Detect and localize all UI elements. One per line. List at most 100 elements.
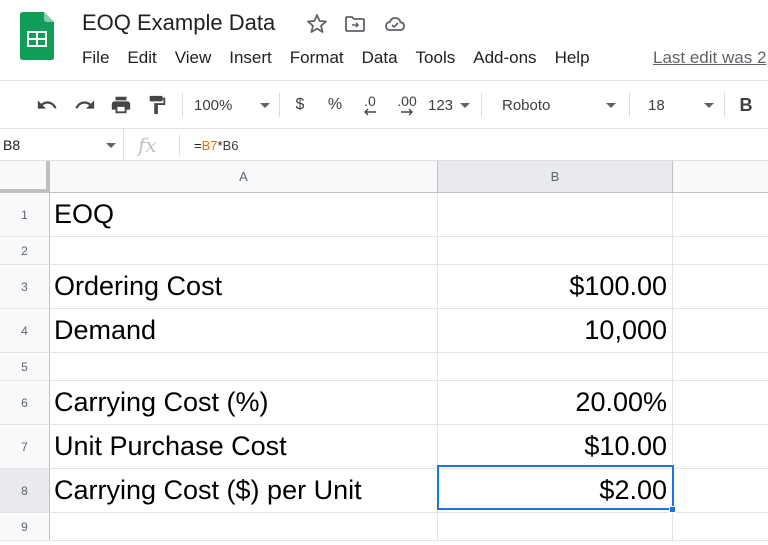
print-icon bbox=[111, 96, 131, 114]
row-header[interactable]: 1 bbox=[0, 193, 50, 236]
fill-handle[interactable] bbox=[669, 506, 676, 513]
row-header[interactable]: 5 bbox=[0, 353, 50, 380]
select-all-corner[interactable] bbox=[0, 161, 50, 193]
cell-b5[interactable] bbox=[438, 353, 673, 380]
cloud-saved-icon[interactable] bbox=[383, 12, 407, 36]
cell-b2[interactable] bbox=[438, 237, 673, 264]
more-formats-button[interactable]: 123 bbox=[428, 81, 470, 129]
sheets-logo-icon[interactable] bbox=[20, 12, 54, 60]
table-row: 4 Demand 10,000 bbox=[0, 309, 768, 353]
fx-icon: fx bbox=[138, 133, 157, 157]
font-family-select[interactable]: Roboto bbox=[502, 81, 616, 129]
table-row: 1 EOQ bbox=[0, 193, 768, 237]
document-title[interactable]: EOQ Example Data bbox=[82, 10, 275, 36]
cell-b7[interactable]: $10.00 bbox=[438, 425, 673, 468]
column-header-c[interactable] bbox=[673, 161, 768, 193]
cell-c6[interactable] bbox=[673, 381, 768, 424]
cell-a6[interactable]: Carrying Cost (%) bbox=[50, 381, 438, 424]
move-folder-icon[interactable] bbox=[343, 12, 367, 36]
undo-button[interactable] bbox=[32, 81, 62, 129]
currency-format-button[interactable]: $ bbox=[289, 81, 311, 129]
toolbar-divider bbox=[481, 93, 482, 117]
redo-button[interactable] bbox=[70, 81, 100, 129]
font-family-value: Roboto bbox=[502, 96, 551, 114]
print-button[interactable] bbox=[106, 81, 136, 129]
cell-a1[interactable]: EOQ bbox=[50, 193, 438, 236]
cell-c2[interactable] bbox=[673, 237, 768, 264]
toolbar: 100% $ % .0 .00 123 Roboto 18 B bbox=[0, 80, 768, 129]
cell-a2[interactable] bbox=[50, 237, 438, 264]
cell-c9[interactable] bbox=[673, 513, 768, 540]
cell-a5[interactable] bbox=[50, 353, 438, 380]
name-box[interactable]: B8 bbox=[0, 129, 124, 160]
menu-data[interactable]: Data bbox=[362, 48, 398, 72]
column-header-b[interactable]: B bbox=[438, 161, 673, 193]
menu-tools[interactable]: Tools bbox=[416, 48, 456, 72]
decrease-decimal-button[interactable]: .0 bbox=[357, 81, 383, 129]
more-formats-label: 123 bbox=[428, 96, 454, 114]
menu-file[interactable]: File bbox=[82, 48, 109, 72]
name-box-value: B8 bbox=[3, 137, 21, 153]
menu-edit[interactable]: Edit bbox=[127, 48, 156, 72]
row-header[interactable]: 2 bbox=[0, 237, 50, 264]
column-header-a[interactable]: A bbox=[50, 161, 438, 193]
chevron-down-icon bbox=[606, 102, 616, 108]
cell-c5[interactable] bbox=[673, 353, 768, 380]
menu-view[interactable]: View bbox=[175, 48, 212, 72]
cell-a8[interactable]: Carrying Cost ($) per Unit bbox=[50, 469, 438, 512]
cell-b8[interactable]: $2.00 bbox=[438, 469, 673, 512]
cell-c4[interactable] bbox=[673, 309, 768, 352]
font-size-value: 18 bbox=[648, 96, 665, 114]
table-row: 6 Carrying Cost (%) 20.00% bbox=[0, 381, 768, 425]
row-header[interactable]: 7 bbox=[0, 425, 50, 468]
last-edit-link[interactable]: Last edit was 2 bbox=[653, 48, 766, 68]
menu-help[interactable]: Help bbox=[555, 48, 590, 72]
cell-b3[interactable]: $100.00 bbox=[438, 265, 673, 308]
cell-a7[interactable]: Unit Purchase Cost bbox=[50, 425, 438, 468]
formula-ref-b6: B6 bbox=[222, 138, 239, 153]
percent-format-button[interactable]: % bbox=[324, 81, 346, 129]
arrow-left-icon bbox=[364, 108, 376, 116]
row-header[interactable]: 8 bbox=[0, 469, 50, 512]
chevron-down-icon bbox=[460, 102, 470, 108]
row-header[interactable]: 4 bbox=[0, 309, 50, 352]
row-header[interactable]: 9 bbox=[0, 513, 50, 540]
cell-b4[interactable]: 10,000 bbox=[438, 309, 673, 352]
decrease-decimal-label: .0 bbox=[364, 93, 376, 109]
cell-b1[interactable] bbox=[438, 193, 673, 236]
font-size-select[interactable]: 18 bbox=[648, 81, 714, 129]
menu-addons[interactable]: Add-ons bbox=[473, 48, 536, 72]
menu-insert[interactable]: Insert bbox=[229, 48, 272, 72]
spreadsheet-grid: A B 1 EOQ 2 3 Ordering Cost $100.00 4 De… bbox=[0, 161, 768, 545]
bold-button[interactable]: B bbox=[736, 81, 756, 129]
toolbar-divider bbox=[724, 93, 725, 117]
table-row: 7 Unit Purchase Cost $10.00 bbox=[0, 425, 768, 469]
table-row: 5 bbox=[0, 353, 768, 381]
row-header[interactable]: 3 bbox=[0, 265, 50, 308]
formula-bar: B8 fx =B7*B6 bbox=[0, 129, 768, 161]
formula-input[interactable]: =B7*B6 bbox=[194, 138, 238, 153]
cell-c8[interactable] bbox=[673, 469, 768, 512]
cell-a4[interactable]: Demand bbox=[50, 309, 438, 352]
table-row: 2 bbox=[0, 237, 768, 265]
paint-format-button[interactable] bbox=[142, 81, 172, 129]
toolbar-divider bbox=[629, 93, 630, 117]
menu-format[interactable]: Format bbox=[290, 48, 344, 72]
cell-b6[interactable]: 20.00% bbox=[438, 381, 673, 424]
cell-b9[interactable] bbox=[438, 513, 673, 540]
zoom-select[interactable]: 100% bbox=[194, 81, 270, 129]
redo-icon bbox=[75, 100, 95, 109]
increase-decimal-button[interactable]: .00 bbox=[392, 81, 422, 129]
cell-c7[interactable] bbox=[673, 425, 768, 468]
row-header[interactable]: 6 bbox=[0, 381, 50, 424]
formula-ref-b7: B7 bbox=[201, 138, 218, 153]
table-row: 3 Ordering Cost $100.00 bbox=[0, 265, 768, 309]
star-icon[interactable] bbox=[305, 12, 329, 36]
menu-bar: File Edit View Insert Format Data Tools … bbox=[82, 48, 608, 72]
chevron-down-icon bbox=[260, 102, 270, 108]
cell-a9[interactable] bbox=[50, 513, 438, 540]
cell-a3[interactable]: Ordering Cost bbox=[50, 265, 438, 308]
app-header: EOQ Example Data File Edit View Insert F… bbox=[0, 0, 768, 80]
cell-c1[interactable] bbox=[673, 193, 768, 236]
cell-c3[interactable] bbox=[673, 265, 768, 308]
